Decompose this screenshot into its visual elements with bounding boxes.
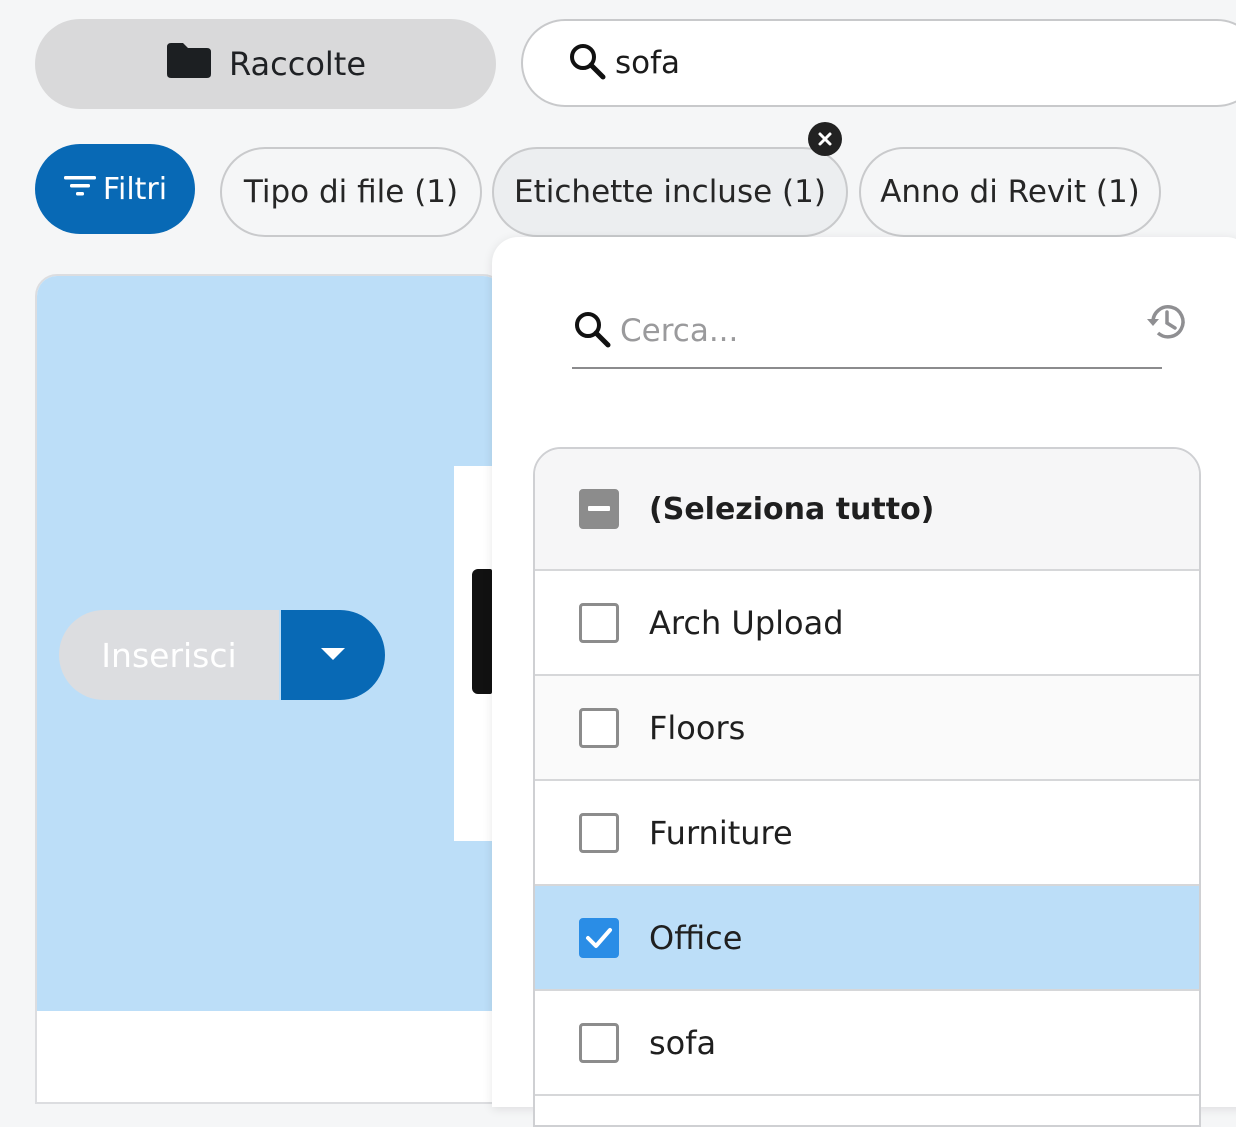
dropdown-search[interactable] bbox=[572, 295, 1162, 369]
list-item[interactable]: Office bbox=[535, 886, 1199, 991]
tags-filter-dropdown: (Seleziona tutto) Arch Upload Floors Fur… bbox=[492, 237, 1236, 1127]
option-label: Office bbox=[649, 918, 743, 957]
select-all-label: (Seleziona tutto) bbox=[649, 491, 935, 527]
insert-button[interactable]: Inserisci bbox=[59, 610, 279, 700]
select-all-row[interactable]: (Seleziona tutto) bbox=[535, 449, 1199, 571]
checkbox[interactable] bbox=[579, 707, 619, 748]
tag-options-list: (Seleziona tutto) Arch Upload Floors Fur… bbox=[533, 447, 1201, 1127]
option-label: sofa bbox=[649, 1023, 717, 1062]
result-card[interactable]: Inserisci bbox=[35, 274, 505, 1104]
list-item[interactable]: Floors bbox=[535, 676, 1199, 781]
search-icon bbox=[572, 309, 612, 353]
search-value[interactable]: sofa bbox=[615, 45, 680, 81]
chip-label: Anno di Revit (1) bbox=[880, 174, 1140, 210]
list-item[interactable]: Arch Upload bbox=[535, 571, 1199, 676]
chip-revit-year[interactable]: Anno di Revit (1) bbox=[859, 147, 1161, 237]
option-label: Floors bbox=[649, 708, 746, 747]
chip-label: Etichette incluse (1) bbox=[514, 174, 826, 210]
collections-label: Raccolte bbox=[228, 45, 367, 83]
collections-button[interactable]: Raccolte bbox=[35, 19, 496, 109]
option-label: Arch Upload bbox=[649, 603, 844, 642]
select-all-checkbox[interactable] bbox=[579, 489, 619, 529]
dropdown-search-input[interactable] bbox=[618, 312, 1122, 350]
chip-file-type[interactable]: Tipo di file (1) bbox=[220, 147, 482, 237]
filter-icon bbox=[63, 172, 97, 207]
checkbox-checked[interactable] bbox=[579, 917, 619, 958]
history-icon[interactable] bbox=[1144, 299, 1190, 349]
checkbox[interactable] bbox=[579, 602, 619, 643]
list-item[interactable]: Furniture bbox=[535, 781, 1199, 886]
insert-dropdown-button[interactable] bbox=[281, 610, 385, 700]
furniture-thumbnail-image bbox=[472, 569, 492, 694]
clear-filter-icon[interactable] bbox=[808, 122, 842, 156]
insert-split-button[interactable]: Inserisci bbox=[59, 610, 385, 700]
chip-included-tags[interactable]: Etichette incluse (1) bbox=[492, 147, 848, 237]
filters-label: Filtri bbox=[102, 171, 168, 207]
caret-down-icon bbox=[320, 646, 346, 665]
list-item[interactable]: sofa bbox=[535, 991, 1199, 1096]
checkbox[interactable] bbox=[579, 812, 619, 853]
search-field[interactable]: sofa bbox=[521, 19, 1236, 107]
option-label: Furniture bbox=[649, 813, 793, 852]
checkbox[interactable] bbox=[579, 1022, 619, 1063]
search-icon bbox=[567, 41, 607, 85]
filters-button[interactable]: Filtri bbox=[35, 144, 195, 234]
insert-label: Inserisci bbox=[101, 635, 237, 675]
chip-label: Tipo di file (1) bbox=[243, 174, 459, 210]
folder-icon bbox=[165, 41, 213, 87]
